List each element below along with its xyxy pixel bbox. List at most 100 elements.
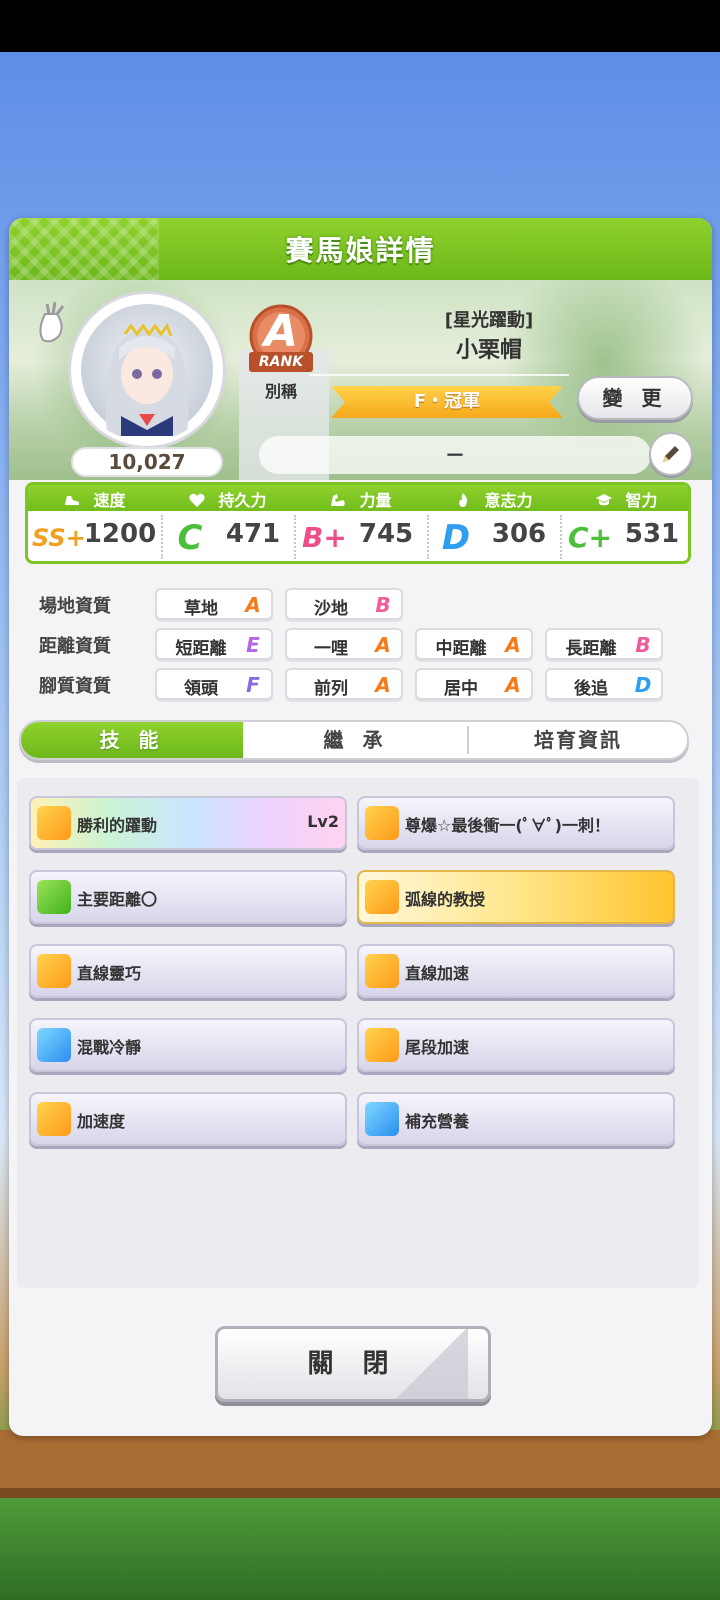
skill-name: 主要距離〇	[77, 890, 158, 909]
name-underline	[309, 374, 569, 376]
profile-panel: 10,027 A RANK 別稱 [星光躍動] 小栗帽 F・冠軍 變 更 －	[9, 280, 712, 480]
speed-skill-icon	[37, 1102, 71, 1136]
rank-badge: A RANK	[243, 302, 319, 378]
uma-detail-dialog: 賽馬娘詳情 10,027 A RANK 別稱 [星光躍動] 小栗帽 F・冠軍 變…	[9, 218, 712, 1436]
aptitude-grade: A	[375, 673, 391, 697]
stat-power-name-row: 力量	[294, 487, 427, 511]
aptitude-grade: F	[246, 673, 260, 697]
aptitude-chip: 後追 D	[545, 668, 663, 700]
stat-guts: 意志力 D 306	[427, 485, 560, 561]
skill-name: 直線靈巧	[77, 964, 142, 983]
pencil-icon	[663, 446, 679, 462]
aptitude-label-track: 場地資質	[39, 596, 111, 617]
tab-training-info[interactable]: 培育資訊	[469, 722, 687, 758]
rank-letter: A	[263, 306, 299, 357]
title-ribbon: F・冠軍	[331, 386, 563, 418]
aptitude-name: 長距離	[565, 639, 617, 659]
aptitude-grade: B	[375, 593, 391, 617]
stat-name: 智力	[625, 491, 658, 510]
flame-icon	[454, 492, 472, 508]
dialog-title: 賽馬娘詳情	[285, 234, 436, 267]
stat-grade: SS+	[32, 524, 86, 552]
stat-speed-name-row: 速度	[28, 487, 161, 511]
speed-skill-icon	[365, 806, 399, 840]
stat-grade: C	[177, 518, 203, 558]
aptitude-name: 中距離	[435, 639, 487, 659]
shoe-icon	[63, 492, 81, 508]
aptitude-chip: 前列 A	[285, 668, 403, 700]
rank-label: RANK	[249, 352, 313, 372]
dialog-header: 賽馬娘詳情	[9, 218, 712, 280]
stat-name: 力量	[359, 491, 392, 510]
aptitude-name: 前列	[314, 679, 348, 699]
tab-skills[interactable]: 技 能	[21, 722, 243, 758]
aptitude-chip: 短距離 E	[155, 628, 273, 660]
character-portrait[interactable]	[71, 294, 223, 446]
skill-item[interactable]: 弧線的教授	[357, 870, 675, 924]
stat-guts-name-row: 意志力	[427, 487, 560, 511]
speed-skill-icon	[365, 880, 399, 914]
aptitude-grade: B	[635, 633, 651, 657]
stat-grade: D	[441, 518, 471, 558]
character-name: 小栗帽	[455, 338, 522, 363]
skill-name: 尊爆☆最後衝一(ﾟ∀ﾟ)一刺！	[405, 816, 610, 835]
aptitude-grade: D	[634, 673, 652, 697]
stat-value: 531	[624, 519, 680, 549]
aptitude-chip: 沙地 B	[285, 588, 403, 620]
fan-count: 10,027	[71, 447, 223, 477]
aptitude-label-style: 腳質資質	[39, 676, 111, 697]
skill-item[interactable]: 直線加速	[357, 944, 675, 998]
skill-item[interactable]: 尊爆☆最後衝一(ﾟ∀ﾟ)一刺！	[357, 796, 675, 850]
edit-nickname-button[interactable]	[649, 432, 693, 476]
skill-name: 勝利的躍動	[77, 816, 158, 835]
skill-name: 混戰冷靜	[77, 1038, 142, 1057]
aptitude-name: 一哩	[314, 639, 348, 659]
skill-level: Lv2	[307, 812, 339, 831]
aptitude-chip: 居中 A	[415, 668, 533, 700]
skill-item[interactable]: 勝利的躍動 Lv2	[29, 796, 347, 850]
aptitude-label-distance: 距離資質	[39, 636, 111, 657]
aptitude-chip: 長距離 B	[545, 628, 663, 660]
skills-panel: 勝利的躍動 Lv2 尊爆☆最後衝一(ﾟ∀ﾟ)一刺！ 主要距離〇 弧線的教授 直線…	[17, 778, 699, 1288]
stats-panel: 速度 SS+ 1200 持久力 C 471 力量 B+ 745 意志力 D 30…	[25, 482, 691, 564]
skill-item[interactable]: 主要距離〇	[29, 870, 347, 924]
aptitude-name: 沙地	[314, 599, 348, 619]
nickname-label: 別稱	[264, 382, 297, 401]
nickname-field[interactable]: －	[259, 436, 651, 474]
skill-item[interactable]: 加速度	[29, 1092, 347, 1146]
stat-speed: 速度 SS+ 1200	[28, 485, 161, 561]
aptitude-chip: 領頭 F	[155, 668, 273, 700]
aptitude-chip: 中距離 A	[415, 628, 533, 660]
speed-skill-icon	[365, 1028, 399, 1062]
aptitude-name: 草地	[184, 599, 218, 619]
stat-value: 745	[358, 519, 414, 549]
muscle-icon	[329, 492, 347, 508]
background-fence	[0, 1430, 720, 1490]
heart-icon	[188, 492, 206, 508]
background-grass	[0, 1498, 720, 1600]
stat-value: 306	[491, 519, 547, 549]
stat-stamina: 持久力 C 471	[161, 485, 294, 561]
graduation-cap-icon	[595, 492, 613, 508]
close-button[interactable]: 關 閉	[215, 1326, 491, 1402]
speed-skill-icon	[37, 806, 71, 840]
character-epithet: [星光躍動]	[444, 310, 534, 331]
stat-wisdom: 智力 C+ 531	[560, 485, 688, 561]
skill-name: 補充營養	[405, 1112, 470, 1131]
stat-value: 471	[225, 519, 281, 549]
stat-name: 速度	[93, 491, 126, 510]
skill-item[interactable]: 尾段加速	[357, 1018, 675, 1072]
tab-inheritance[interactable]: 繼 承	[245, 722, 467, 758]
stat-value: 1200	[83, 519, 157, 549]
button-shine	[388, 1329, 468, 1399]
skill-item[interactable]: 混戰冷靜	[29, 1018, 347, 1072]
aptitude-grade: E	[246, 633, 260, 657]
change-button[interactable]: 變 更	[577, 376, 693, 420]
character-image	[81, 304, 213, 436]
skill-item[interactable]: 直線靈巧	[29, 944, 347, 998]
close-button-label: 關 閉	[307, 1349, 399, 1379]
skill-item[interactable]: 補充營養	[357, 1092, 675, 1146]
background-fence-rail	[0, 1488, 720, 1498]
aptitude-name: 短距離	[175, 639, 227, 659]
speed-skill-icon	[37, 954, 71, 988]
